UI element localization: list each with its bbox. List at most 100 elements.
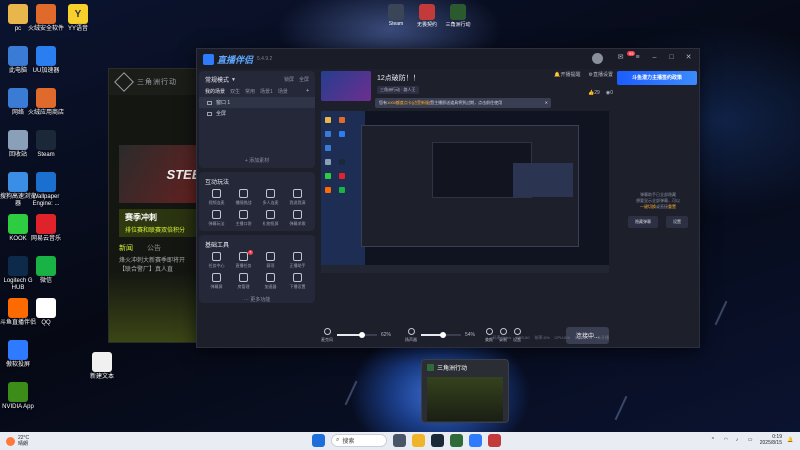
tool-button[interactable]: 加速器 xyxy=(257,273,284,290)
desktop-icon[interactable]: 火绒应用商店 xyxy=(26,88,66,117)
source-item[interactable]: 全屏 xyxy=(199,108,315,119)
room-cover-image[interactable] xyxy=(321,71,371,101)
tool-button[interactable]: 弹幕求歌 xyxy=(284,210,311,227)
top-icon-valorant[interactable]: 无畏契约 xyxy=(412,4,442,28)
weather-widget[interactable]: 22°C 晴朗 xyxy=(6,435,29,447)
tab-notice[interactable]: 公告 xyxy=(147,243,161,253)
chevron-down-icon[interactable]: ▼ xyxy=(231,77,236,83)
fullscreen-button[interactable]: 全屏 xyxy=(299,76,309,83)
notice-bar[interactable]: 您有1000额度点卡[边受新服]暨主播即送道具将到过期，点击前往使用 ✕ xyxy=(375,98,551,108)
desktop-icon-new-file[interactable]: 新建文本 xyxy=(82,352,122,381)
more-functions-button[interactable]: ··· 更多功能 xyxy=(199,294,315,303)
search-input[interactable]: ⌕ 搜索 xyxy=(331,434,387,447)
mode-select[interactable]: 常规模式 xyxy=(205,75,229,84)
add-source-button[interactable]: + 添加素材 xyxy=(199,119,315,168)
promo-banner[interactable]: 斗鱼潜力主播签约政策 xyxy=(617,71,697,85)
desktop-icon[interactable]: QQ xyxy=(26,298,66,327)
streaming-app-window[interactable]: 直播伴侣 5.4.9.2 99 ✉ ≡ – □ ✕ 常规模式 ▼ 锁屏 全屏 我… xyxy=(196,48,700,348)
tool-button[interactable]: 房管理 xyxy=(230,273,257,290)
app-icon xyxy=(8,130,28,150)
tool-button[interactable]: 弹幕屏 xyxy=(203,273,230,290)
app-icon xyxy=(36,256,56,276)
tool-button[interactable]: 视频连麦 xyxy=(203,189,230,206)
tab-scene[interactable]: 场景1 xyxy=(260,88,273,95)
sun-icon xyxy=(6,436,15,446)
tool-button[interactable]: 多人连麦 xyxy=(257,189,284,206)
app-icon xyxy=(36,214,56,234)
battery-icon[interactable]: ▭ xyxy=(748,437,755,444)
tool-button[interactable]: 播随挑战 xyxy=(230,189,257,206)
tool-button[interactable]: 直播任务 5 xyxy=(230,250,257,269)
steam-icon[interactable] xyxy=(431,434,444,447)
clock[interactable]: 0:19 2025/8/15 xyxy=(760,434,782,446)
danmaku-settings-button[interactable]: 设置 xyxy=(666,216,688,228)
room-stats: 👍29 ◉0 xyxy=(588,90,613,96)
tab-news[interactable]: 新闻 xyxy=(119,243,133,253)
top-icon-steam[interactable]: Steam xyxy=(381,4,411,27)
tool-button[interactable]: 赛项 xyxy=(257,252,284,269)
tab-my-scene[interactable]: 我的场景 xyxy=(205,88,225,95)
close-notice-icon[interactable]: ✕ xyxy=(545,98,548,108)
tool-icon xyxy=(293,252,302,261)
delta-force-icon xyxy=(427,364,434,371)
stream-preview[interactable] xyxy=(321,111,609,273)
desktop-icon[interactable]: 网易云音乐 xyxy=(26,214,66,243)
desktop-icon[interactable]: Steam xyxy=(26,130,66,159)
taskbar-thumbnail[interactable]: 三角洲行动 xyxy=(421,359,509,423)
desktop-icon[interactable]: 傲软投屏 xyxy=(0,340,38,369)
scene-card: 常规模式 ▼ 锁屏 全屏 我的场景 双生 常用 场景1 场景 + 窗口 1 全屏… xyxy=(199,71,315,168)
open-live-tip-button[interactable]: 🔔开播提醒 xyxy=(554,71,580,78)
delta-force-icon[interactable] xyxy=(450,434,463,447)
file-explorer-icon[interactable] xyxy=(412,434,425,447)
notification-icon[interactable]: 🔔 xyxy=(787,437,794,444)
live-settings-button[interactable]: ⚙直播设置 xyxy=(589,71,614,78)
tool-button[interactable]: 主播口袋 xyxy=(230,210,257,227)
task-view-icon[interactable] xyxy=(393,434,406,447)
tool-button[interactable]: 我说我演 xyxy=(284,189,311,206)
interact-card: 互动玩法 视频连麦 播随挑战 多人连麦 我说我演 弹幕玩法 主播口袋 礼物投屏 弹幕求歌 xyxy=(199,172,315,231)
streaming-app-icon[interactable] xyxy=(469,434,482,447)
section-title: 基础工具 xyxy=(205,243,230,249)
tab-scene[interactable]: 常用 xyxy=(245,88,255,95)
maximize-icon[interactable]: □ xyxy=(667,53,676,62)
valorant-icon[interactable] xyxy=(488,434,501,447)
menu-icon[interactable]: ≡ xyxy=(633,53,642,62)
windows-start-icon[interactable] xyxy=(312,434,325,447)
minimize-icon[interactable]: – xyxy=(650,53,659,62)
desktop-icon-yy[interactable]: Y YY语音 xyxy=(58,4,98,33)
tool-button[interactable]: 弹幕玩法 xyxy=(203,210,230,227)
message-icon[interactable]: ✉ xyxy=(616,53,625,62)
lock-button[interactable]: 锁屏 xyxy=(284,76,294,83)
room-category[interactable]: 三角洲行动 · 路人王 xyxy=(377,86,419,94)
desktop-icon[interactable]: 微信 xyxy=(26,256,66,285)
close-icon[interactable]: ✕ xyxy=(684,53,693,62)
tool-button[interactable]: 下播设置 xyxy=(284,273,311,290)
tool-button[interactable]: 礼物投屏 xyxy=(257,210,284,227)
volume-icon[interactable]: ♪ xyxy=(736,437,743,444)
room-title[interactable]: 12点破防！！ xyxy=(377,73,420,83)
preview-icon xyxy=(339,187,345,193)
chevron-up-icon[interactable]: ^ xyxy=(712,437,719,444)
desktop-icon[interactable]: Wallpaper Engine: ... xyxy=(26,172,66,208)
tab-scene[interactable]: 双生 xyxy=(230,88,240,95)
app-icon xyxy=(8,382,28,402)
app-icon xyxy=(8,340,28,360)
switch-link[interactable]: 一键切换 xyxy=(640,204,656,209)
preview-icon xyxy=(339,117,345,123)
hide-danmaku-button[interactable]: 隐藏弹幕 xyxy=(628,216,658,228)
reset-link[interactable]: 重置 xyxy=(668,204,676,209)
tool-button[interactable]: 正播助手 xyxy=(284,252,311,269)
tab-scene[interactable]: 场景 xyxy=(278,88,288,95)
desktop-icon[interactable]: UU加速器 xyxy=(26,46,66,75)
tool-icon xyxy=(239,210,248,219)
add-scene-icon[interactable]: + xyxy=(306,88,309,95)
thumbnail-preview[interactable] xyxy=(427,377,503,421)
source-item[interactable]: 窗口 1 xyxy=(199,97,315,108)
top-icon-delta-force[interactable]: 三角洲行动 xyxy=(443,4,473,28)
desktop-icon[interactable]: NVIDIA App xyxy=(0,382,38,411)
tool-button[interactable]: 任务中心 xyxy=(203,252,230,269)
avatar[interactable] xyxy=(592,53,603,64)
wifi-icon[interactable]: ◠ xyxy=(724,437,731,444)
app-icon xyxy=(36,298,56,318)
window-icon xyxy=(207,100,212,105)
